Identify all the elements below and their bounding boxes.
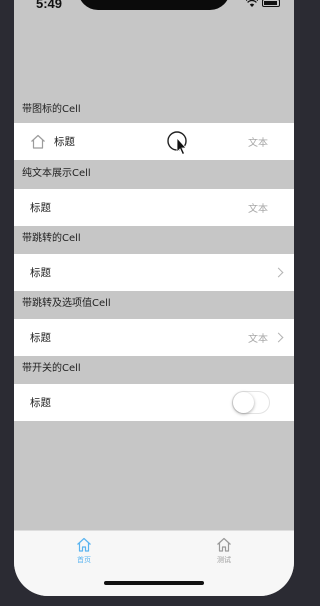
toggle-switch[interactable]: [232, 391, 270, 414]
cell-detail: 文本: [248, 204, 268, 215]
battery-icon: [262, 0, 280, 7]
switch-knob: [233, 392, 254, 413]
cell-detail: 文本: [248, 334, 268, 345]
icon-cell[interactable]: 标题 文本: [14, 123, 294, 160]
mouse-cursor-icon: [167, 131, 187, 156]
tab-home[interactable]: 首页: [54, 537, 114, 565]
cell-title: 标题: [30, 267, 51, 279]
tab-bar: 首页 测试: [14, 530, 294, 596]
section-header-icon-cell: 带图标的Cell: [22, 104, 81, 115]
cell-detail: 文本: [248, 138, 268, 149]
cell-title: 标题: [30, 397, 51, 409]
screen: 5:49 带图标的Cell 标题 文本 纯文本展示Cell 标题 文本 带跳转的…: [14, 0, 294, 596]
chevron-right-icon: [273, 267, 284, 278]
home-icon: [77, 537, 91, 552]
chevron-right-icon: [273, 332, 284, 343]
status-time: 5:49: [36, 0, 63, 11]
status-icons: [246, 0, 280, 7]
nav-cell[interactable]: 标题: [14, 254, 294, 291]
section-header-nav-cell: 带跳转的Cell: [22, 233, 81, 244]
section-header-text-cell: 纯文本展示Cell: [22, 168, 91, 179]
cell-title: 标题: [54, 136, 75, 148]
wifi-icon: [246, 0, 258, 7]
device-frame: 5:49 带图标的Cell 标题 文本 纯文本展示Cell 标题 文本 带跳转的…: [0, 0, 307, 606]
notch: [78, 0, 230, 10]
section-header-nav-value-cell: 带跳转及选项值Cell: [22, 298, 111, 309]
tab-label: 首页: [77, 556, 91, 564]
tab-label: 测试: [217, 556, 231, 564]
cell-title: 标题: [30, 202, 51, 214]
switch-cell: 标题: [14, 384, 294, 421]
home-indicator: [104, 581, 204, 585]
nav-value-cell[interactable]: 标题 文本: [14, 319, 294, 356]
text-cell[interactable]: 标题 文本: [14, 189, 294, 226]
cell-title: 标题: [30, 332, 51, 344]
home-icon: [217, 537, 231, 552]
section-header-switch-cell: 带开关的Cell: [22, 363, 81, 374]
tab-test[interactable]: 测试: [194, 537, 254, 565]
home-outline-icon: [31, 134, 45, 149]
